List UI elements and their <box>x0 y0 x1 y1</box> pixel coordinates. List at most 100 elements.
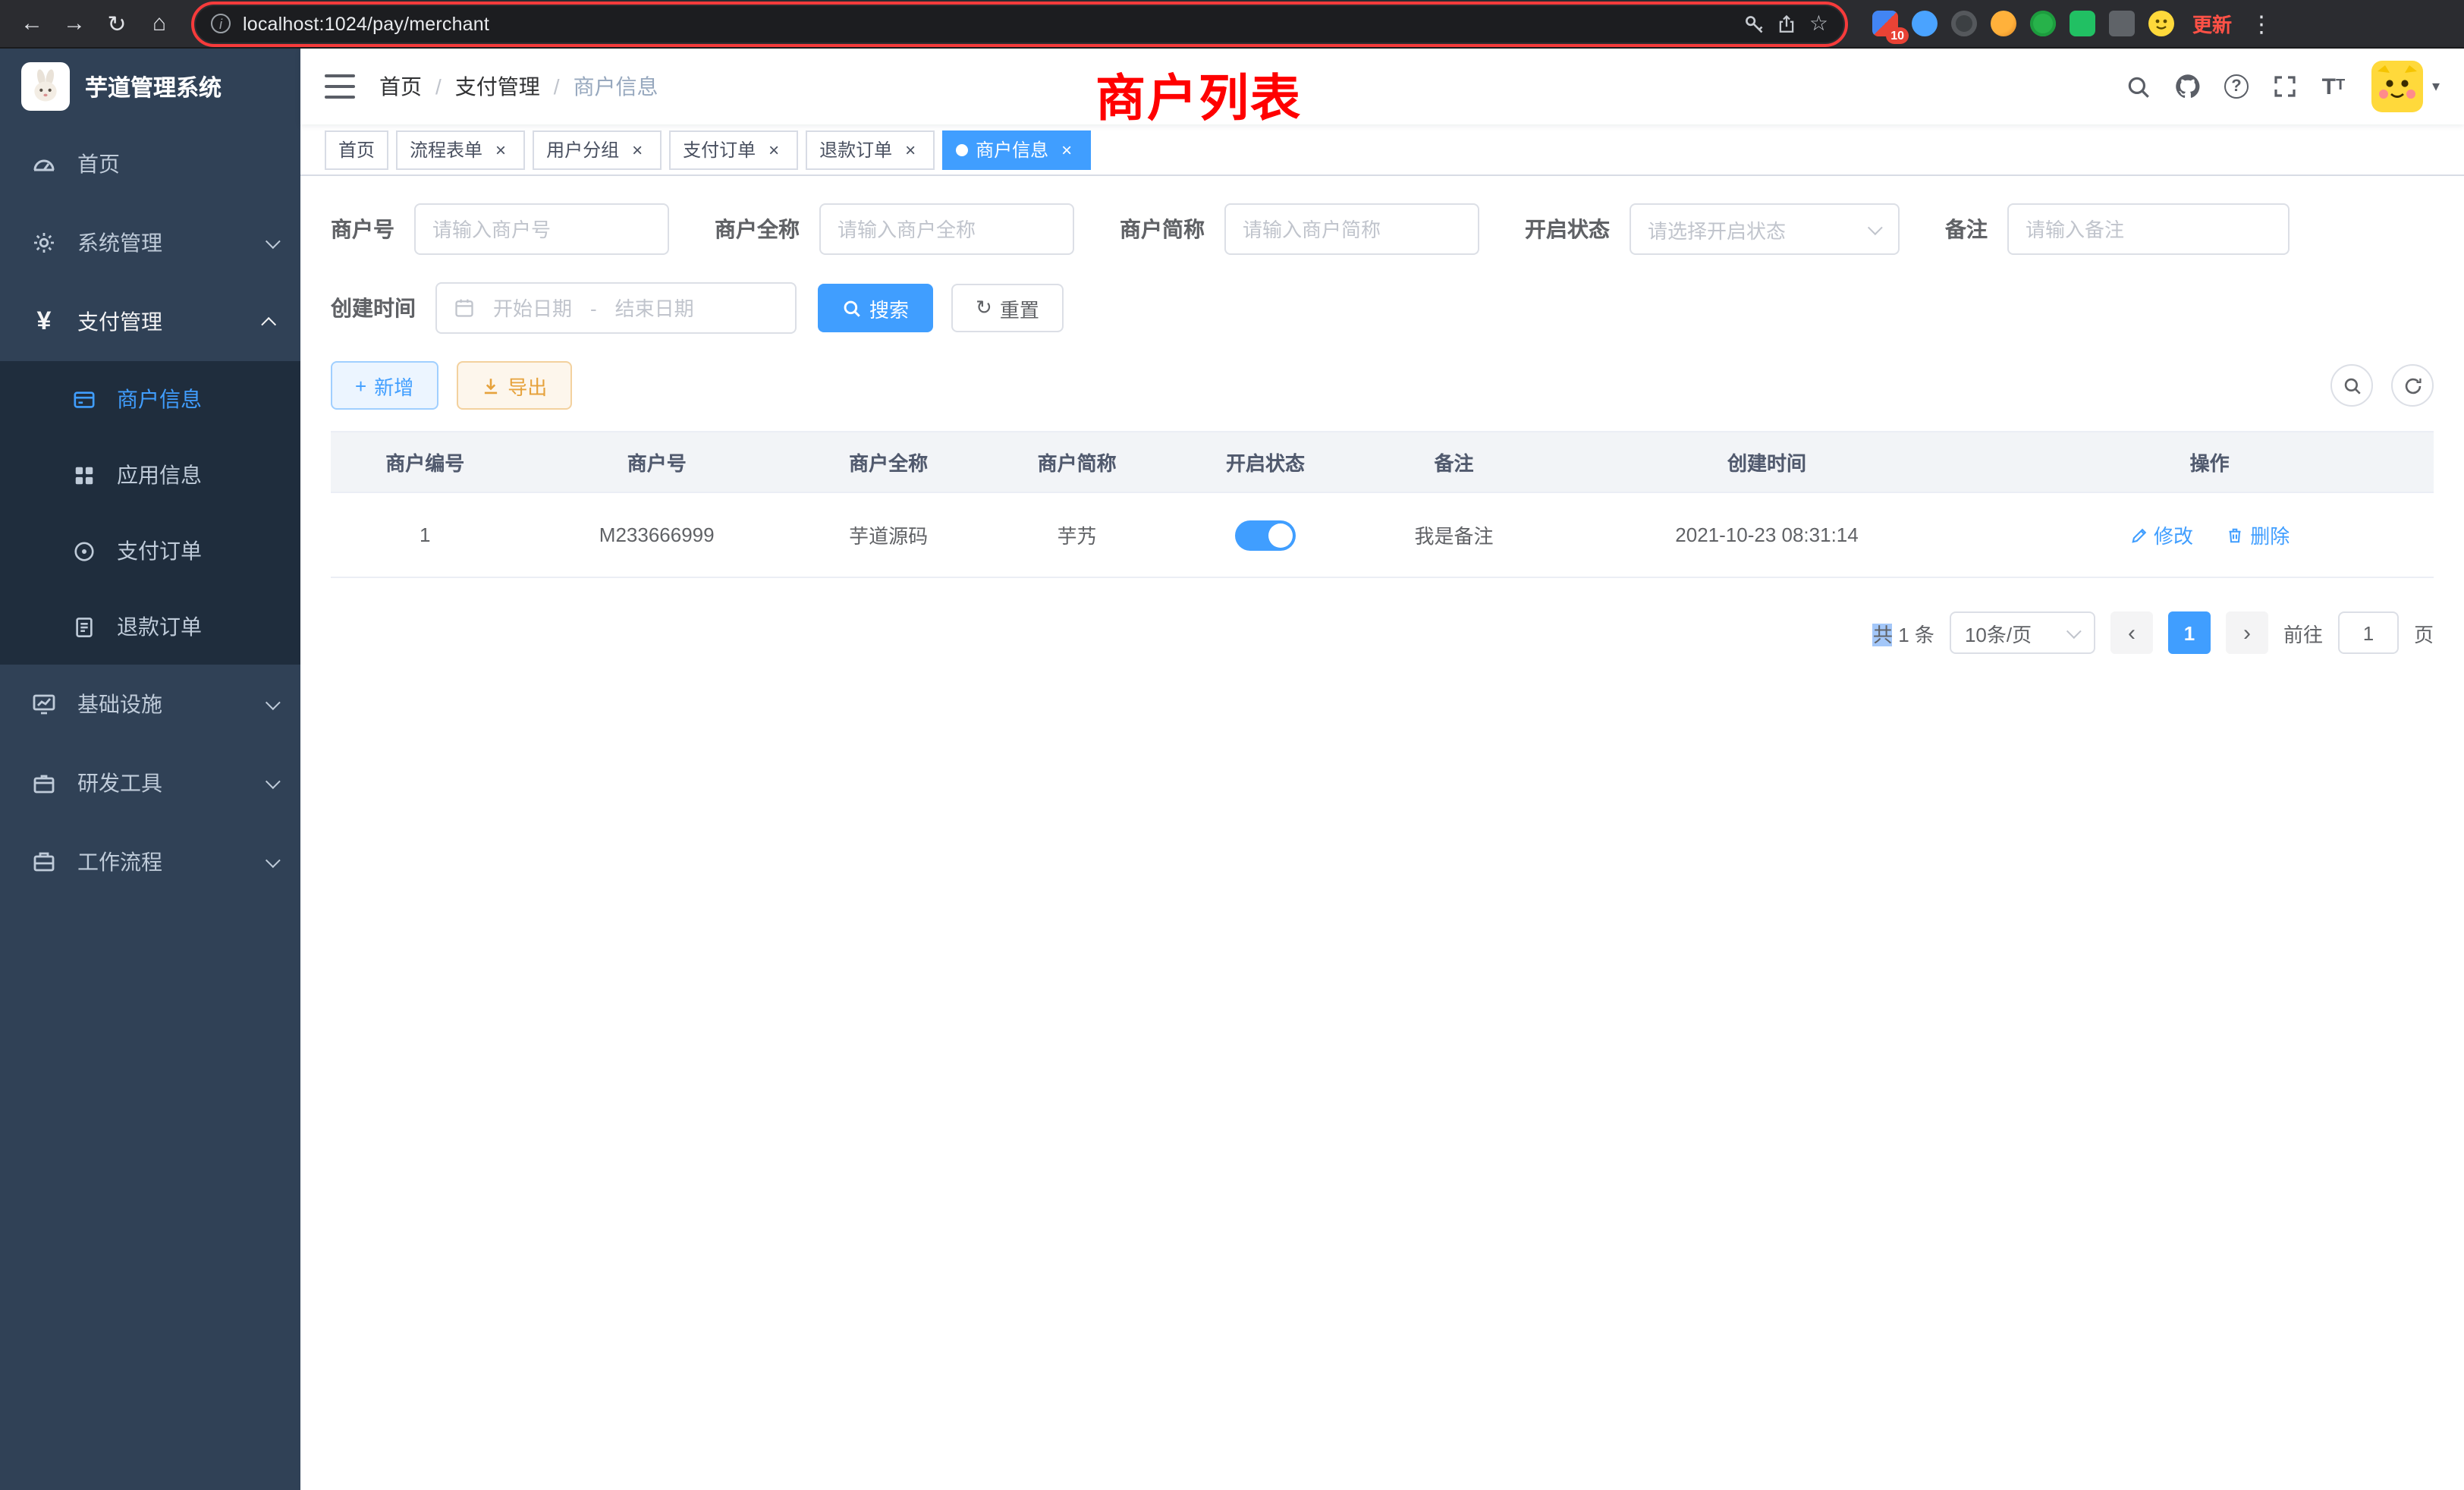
font-size-icon[interactable]: TT <box>2311 64 2356 109</box>
share-icon[interactable] <box>1777 13 1797 34</box>
sidebar-item-payment[interactable]: ¥ 支付管理 <box>0 282 300 361</box>
sidebar-item-refund-order[interactable]: 退款订单 <box>0 589 300 665</box>
tab-merchant-info[interactable]: 商户信息 × <box>942 130 1091 169</box>
tab-label: 首页 <box>338 137 375 162</box>
sidebar-item-infra[interactable]: 基础设施 <box>0 665 300 743</box>
github-icon[interactable] <box>2165 64 2211 109</box>
extension-icon-blue-drop[interactable] <box>1912 11 1938 36</box>
bookmark-star-icon[interactable]: ☆ <box>1809 11 1828 36</box>
search-icon[interactable] <box>2117 64 2162 109</box>
tab-user-group[interactable]: 用户分组 × <box>533 130 662 169</box>
sidebar-item-label: 工作流程 <box>77 847 246 877</box>
sidebar-item-label: 商户信息 <box>117 384 276 414</box>
tab-home[interactable]: 首页 <box>325 130 388 169</box>
toggle-search-button[interactable] <box>2330 364 2373 407</box>
search-icon <box>842 298 862 318</box>
chevron-down-icon <box>266 773 281 788</box>
browser-toolbar: ← → ↻ ⌂ i localhost:1024/pay/merchant <box>0 0 2464 49</box>
document-icon <box>70 615 97 638</box>
page-1-button[interactable]: 1 <box>2168 611 2211 654</box>
home-icon[interactable]: ⌂ <box>140 4 179 43</box>
page-size-select[interactable]: 10条/页 <box>1950 611 2095 654</box>
sidebar-toggle-icon[interactable] <box>325 74 355 99</box>
status-select[interactable]: 请选择开启状态 <box>1630 203 1900 255</box>
end-date-input[interactable] <box>606 297 703 319</box>
user-avatar-menu[interactable]: ▾ <box>2371 61 2440 112</box>
reload-icon[interactable]: ↻ <box>97 4 137 43</box>
add-button[interactable]: + 新增 <box>331 361 438 410</box>
close-icon[interactable]: × <box>1056 139 1077 160</box>
logo-rabbit-icon <box>21 62 70 111</box>
page-unit-label: 页 <box>2414 618 2434 647</box>
sidebar-item-app-info[interactable]: 应用信息 <box>0 437 300 513</box>
fullscreen-icon[interactable] <box>2262 64 2308 109</box>
chevron-down-icon: ▾ <box>2432 78 2440 95</box>
start-date-input[interactable] <box>484 297 581 319</box>
extension-icon-green-square[interactable] <box>2070 11 2095 36</box>
payment-submenu: 商户信息 应用信息 <box>0 361 300 665</box>
export-button[interactable]: 导出 <box>456 361 571 410</box>
sidebar-item-system[interactable]: 系统管理 <box>0 203 300 282</box>
close-icon[interactable]: × <box>490 139 511 160</box>
breadcrumb-home[interactable]: 首页 <box>379 71 422 102</box>
url-bar[interactable]: i localhost:1024/pay/merchant ☆ <box>196 5 1843 42</box>
monitor-chart-icon <box>30 692 58 716</box>
url-highlight-annotation: i localhost:1024/pay/merchant ☆ <box>191 1 1848 46</box>
browser-menu-icon[interactable]: ⋮ <box>2250 10 2273 37</box>
close-icon[interactable]: × <box>627 139 648 160</box>
breadcrumb-payment[interactable]: 支付管理 <box>455 71 540 102</box>
app-title: 芋道管理系统 <box>85 71 222 102</box>
refresh-table-button[interactable] <box>2391 364 2434 407</box>
logo[interactable]: 芋道管理系统 <box>0 49 300 124</box>
extension-icon-colorful[interactable]: 10 <box>1872 11 1898 36</box>
refresh-icon: ↻ <box>976 296 992 320</box>
pin-icon[interactable] <box>2109 11 2135 36</box>
chevron-down-icon <box>266 694 281 709</box>
sidebar-item-pay-order[interactable]: 支付订单 <box>0 513 300 589</box>
tab-pay-order[interactable]: 支付订单 × <box>669 130 798 169</box>
password-key-icon[interactable] <box>1744 13 1765 34</box>
col-id: 商户编号 <box>331 432 519 492</box>
site-info-icon[interactable]: i <box>211 14 231 33</box>
dashboard-icon <box>30 152 58 176</box>
next-page-button[interactable]: › <box>2226 611 2268 654</box>
sidebar-item-devtools[interactable]: 研发工具 <box>0 743 300 822</box>
forward-icon[interactable]: → <box>55 4 94 43</box>
sidebar-item-workflow[interactable]: 工作流程 <box>0 822 300 901</box>
yen-icon: ¥ <box>30 306 58 337</box>
cell-merchant-no: M233666999 <box>519 492 794 577</box>
close-icon[interactable]: × <box>900 139 921 160</box>
cell-id: 1 <box>331 492 519 577</box>
tab-process-form[interactable]: 流程表单 × <box>396 130 525 169</box>
tab-label: 流程表单 <box>410 137 482 162</box>
merchant-no-label: 商户号 <box>331 214 394 244</box>
navbar: 首页 / 支付管理 / 商户信息 商户列表 <box>300 49 2464 124</box>
date-range-picker[interactable]: - <box>435 282 797 334</box>
box-icon <box>30 771 58 795</box>
full-name-input[interactable] <box>838 218 1056 240</box>
extension-icon-avatar[interactable] <box>1991 11 2016 36</box>
short-name-label: 商户简称 <box>1120 214 1205 244</box>
remark-input[interactable] <box>2026 218 2271 240</box>
edit-link[interactable]: 修改 <box>2129 520 2193 549</box>
remark-label: 备注 <box>1945 214 1988 244</box>
chevron-down-icon <box>2066 623 2082 638</box>
close-icon[interactable]: × <box>763 139 784 160</box>
merchant-no-input[interactable] <box>432 218 651 240</box>
sidebar-item-home[interactable]: 首页 <box>0 124 300 203</box>
short-name-input[interactable] <box>1243 218 1461 240</box>
delete-link[interactable]: 删除 <box>2226 520 2290 549</box>
tab-refund-order[interactable]: 退款订单 × <box>806 130 935 169</box>
back-icon[interactable]: ← <box>12 4 52 43</box>
reset-button[interactable]: ↻ 重置 <box>951 284 1064 332</box>
help-icon[interactable]: ? <box>2214 64 2259 109</box>
browser-update-button[interactable]: 更新 <box>2192 9 2232 38</box>
extension-icon-dark[interactable] <box>1951 11 1977 36</box>
emoji-face-icon[interactable] <box>2148 11 2174 36</box>
sidebar-item-merchant-info[interactable]: 商户信息 <box>0 361 300 437</box>
prev-page-button[interactable]: ‹ <box>2110 611 2153 654</box>
status-toggle[interactable] <box>1235 520 1296 550</box>
search-button[interactable]: 搜索 <box>818 284 933 332</box>
extension-icon-green-circle[interactable] <box>2030 11 2056 36</box>
goto-page-input[interactable] <box>2340 621 2397 644</box>
